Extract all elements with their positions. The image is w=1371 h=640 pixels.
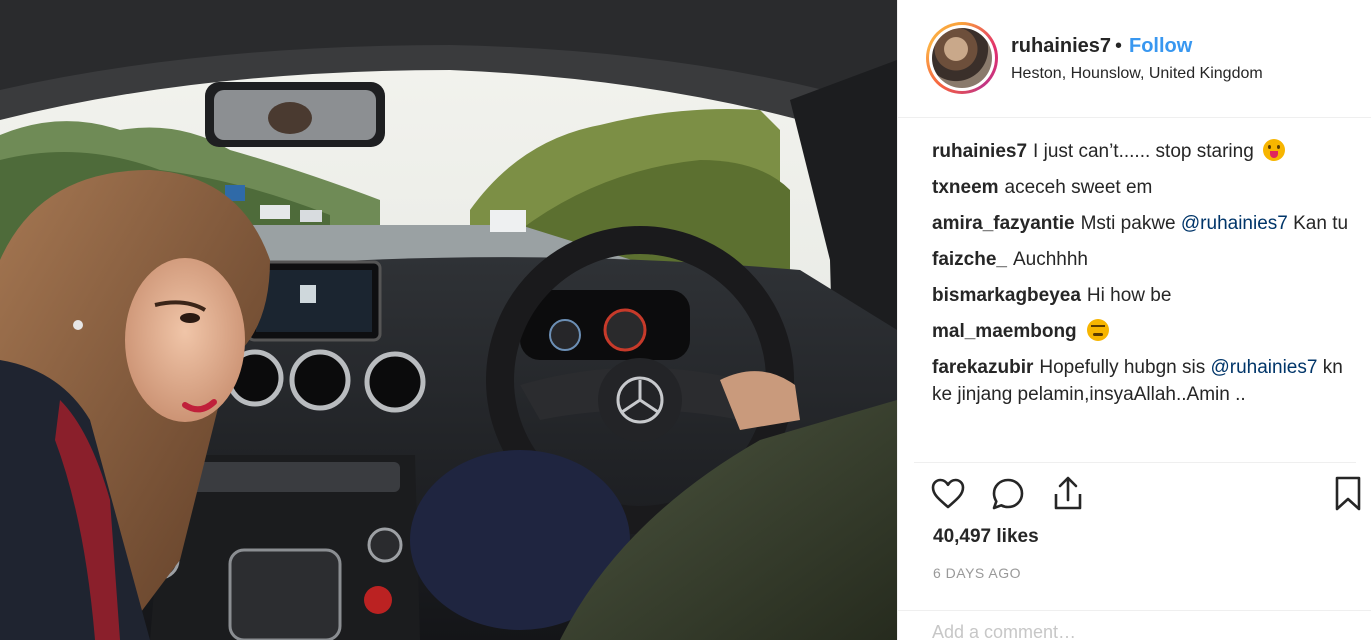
avatar-image	[932, 28, 992, 88]
comment-text: Auchhhh	[1012, 249, 1088, 270]
comment-item: txneem aceceh sweet em	[932, 174, 1352, 201]
heart-icon	[931, 478, 965, 509]
add-comment-divider	[898, 610, 1371, 611]
actions-divider	[914, 462, 1356, 463]
mention-link[interactable]: @ruhainies7	[1210, 357, 1317, 378]
confounded-face-icon	[1086, 319, 1109, 341]
separator-dot: •	[1115, 35, 1123, 57]
likes-count[interactable]: 40,497 likes	[933, 526, 1039, 548]
face-with-tongue-icon	[1263, 139, 1286, 161]
comment-text-continued: Kan tu	[1287, 213, 1349, 234]
comment-username[interactable]: faizche_	[932, 249, 1007, 270]
comment-username[interactable]: bismarkagbeyea	[932, 285, 1081, 306]
comment-text: Msti pakwe	[1080, 213, 1181, 234]
comment-username[interactable]: txneem	[932, 177, 999, 198]
comment-username[interactable]: mal_maembong	[932, 321, 1077, 342]
post-photo[interactable]	[0, 0, 897, 640]
post-username-link[interactable]: ruhainies7	[1011, 35, 1111, 58]
add-comment-input[interactable]: Add a comment…	[932, 622, 1076, 640]
post-actions	[928, 474, 1361, 514]
comment-username[interactable]: ruhainies7	[932, 141, 1027, 162]
save-button[interactable]	[1328, 474, 1368, 514]
post-timestamp: 6 DAYS AGO	[933, 565, 1021, 581]
comment-username[interactable]: farekazubir	[932, 357, 1033, 378]
comment-text: Hi how be	[1086, 285, 1172, 306]
comment-text: aceceh sweet em	[1004, 177, 1153, 198]
comment-icon	[992, 478, 1024, 510]
comment-username[interactable]: amira_fazyantie	[932, 213, 1075, 234]
car-interior-illustration	[0, 0, 897, 640]
post-side-panel: ruhainies7 • Follow Heston, Hounslow, Un…	[897, 0, 1371, 640]
comment-caption: ruhainies7 I just can’t...... stop starin…	[932, 138, 1352, 165]
share-icon	[1054, 476, 1082, 510]
avatar[interactable]	[926, 22, 998, 94]
comment-item: faizche_ Auchhhh	[932, 246, 1352, 273]
post-header: ruhainies7 • Follow Heston, Hounslow, Un…	[898, 0, 1371, 118]
comment-text: I just can’t...... stop staring	[1033, 141, 1254, 162]
share-button[interactable]	[1048, 474, 1088, 514]
bookmark-icon	[1335, 476, 1361, 511]
comment-item: farekazubir Hopefully hubgn sis @ruhainie…	[932, 354, 1352, 408]
comment-item: mal_maembong	[932, 318, 1352, 345]
like-button[interactable]	[928, 474, 968, 514]
comment-button[interactable]	[988, 474, 1028, 514]
comment-item: amira_fazyantie Msti pakwe @ruhainies7 Ka…	[932, 210, 1352, 237]
comment-item: bismarkagbeyea Hi how be	[932, 282, 1352, 309]
follow-button[interactable]: Follow	[1129, 35, 1192, 58]
mention-link[interactable]: @ruhainies7	[1181, 213, 1288, 234]
location-link[interactable]: Heston, Hounslow, United Kingdom	[1011, 65, 1263, 83]
comment-list: ruhainies7 I just can’t...... stop starin…	[932, 138, 1352, 460]
comment-text: Hopefully hubgn sis	[1039, 357, 1211, 378]
